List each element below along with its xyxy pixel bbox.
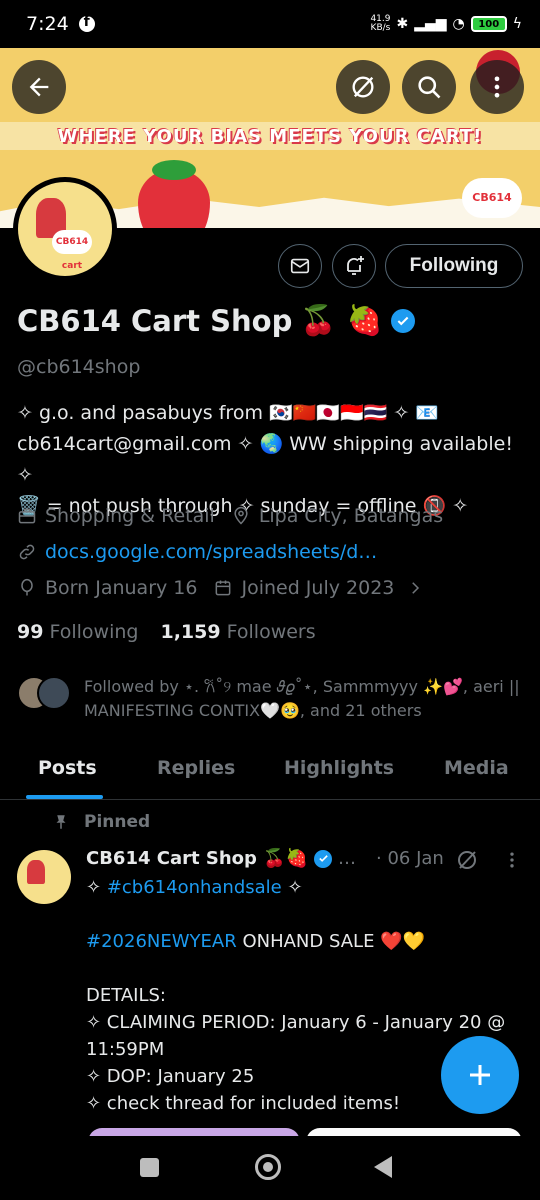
bluetooth-icon: ✱ — [396, 16, 409, 32]
profile-name: CB614 Cart Shop 🍒 🍓 — [17, 303, 415, 338]
tab-media[interactable]: Media — [444, 757, 509, 779]
grok-icon — [352, 76, 374, 98]
post-author-truncation: … — [338, 848, 356, 869]
avatar-figure — [27, 860, 45, 884]
bio-line: ✧ g.o. and pasabuys from 🇰🇷🇨🇳🇯🇵🇮🇩🇹🇭 ✧ 📧 — [17, 402, 439, 424]
verified-badge-icon — [314, 849, 332, 868]
calendar-icon — [216, 580, 231, 596]
following-label: Following — [49, 621, 139, 643]
recents-button[interactable] — [140, 1158, 159, 1177]
profile-dates-row[interactable]: Born January 16 Joined July 2023 — [17, 577, 432, 599]
banner-tagline: WHERE YOUR BIAS MEETS YOUR CART! — [57, 126, 483, 147]
followed-by-avatars[interactable] — [17, 676, 71, 710]
search-icon — [418, 76, 441, 99]
profile-link-row: docs.google.com/spreadsheets/d… — [17, 541, 377, 563]
link-icon — [19, 544, 35, 560]
post-text-span: ONHAND SALE ❤️💛 — [236, 931, 425, 952]
plus-icon — [470, 1065, 490, 1085]
network-speed-unit: KB/s — [370, 23, 391, 33]
status-time: 7:24 — [26, 13, 69, 35]
post-line: #2026NEWYEAR ONHAND SALE ❤️💛 — [86, 928, 526, 955]
profile-tabs: Posts Replies Highlights Media — [0, 740, 540, 800]
post-text-span: ✧ — [281, 877, 303, 898]
network-speed: 41.9 KB/s — [370, 15, 390, 33]
chevron-right-icon — [412, 582, 420, 594]
profile-birthday: Born January 16 — [45, 577, 198, 599]
bio-line: cb614cart@gmail.com ✧ 🌏 WW shipping avai… — [17, 433, 513, 486]
facebook-notification-icon — [78, 14, 95, 32]
followers-count: 1,159 — [160, 621, 221, 643]
wifi-icon: ◔ — [452, 16, 465, 32]
profile-location: Lipa City, Batangas — [258, 505, 444, 527]
location-pin-icon — [234, 506, 248, 525]
avatar-logo: CB614 cart — [52, 230, 92, 271]
follow-counts: 99 Following 1,159 Followers — [17, 621, 316, 643]
profile-meta-row: Shopping & Retail Lipa City, Batangas — [17, 505, 443, 527]
strawberry-decoration — [138, 160, 210, 228]
notifications-button[interactable] — [332, 244, 376, 288]
following-button[interactable]: Following — [385, 244, 523, 288]
profile-handle: @cb614shop — [17, 356, 141, 378]
profile-joined-date: Joined July 2023 — [241, 577, 395, 599]
profile-name-emoji: 🍒 🍓 — [300, 303, 383, 337]
active-tab-indicator — [26, 795, 103, 799]
tab-replies[interactable]: Replies — [157, 757, 235, 779]
grok-button[interactable] — [336, 60, 390, 114]
profile-name-text: CB614 Cart Shop — [17, 303, 293, 338]
post-line: ✧ #cb614onhandsale ✧ — [86, 874, 526, 901]
more-options-button[interactable] — [470, 60, 524, 114]
post-more-icon[interactable] — [502, 850, 522, 870]
tab-highlights[interactable]: Highlights — [284, 757, 394, 779]
profile-website-link[interactable]: docs.google.com/spreadsheets/d… — [45, 541, 377, 563]
back-nav-button[interactable] — [374, 1156, 392, 1178]
battery-icon: 100 — [470, 16, 507, 32]
charging-icon: ϟ — [512, 16, 522, 32]
avatar — [37, 676, 71, 710]
profile-avatar[interactable]: CB614 cart — [13, 177, 117, 281]
post-header: CB614 Cart Shop 🍒🍓 … · 06 Jan — [86, 848, 444, 869]
compose-button[interactable] — [441, 1036, 519, 1114]
status-icons: 41.9 KB/s ✱ ▂▄▆ ◔ 100 ϟ — [370, 15, 522, 33]
post-spacer — [86, 955, 526, 982]
hashtag-link[interactable]: #2026NEWYEAR — [86, 931, 237, 952]
signal-icon: ▂▄▆ — [414, 16, 447, 32]
verified-badge-icon[interactable] — [390, 308, 415, 333]
avatar-image: CB614 cart — [18, 182, 112, 276]
pinned-label: Pinned — [52, 812, 150, 832]
profile-bio: ✧ g.o. and pasabuys from 🇰🇷🇨🇳🇯🇵🇮🇩🇹🇭 ✧ 📧 … — [17, 398, 527, 522]
followed-by-text[interactable]: Followed by ⋆. 𐙚˚୨ mae 𝜗𝜚˚⋆, Sammmyyy ✨💕… — [84, 675, 534, 723]
banner-logo: CB614 cart — [462, 178, 522, 218]
following-count: 99 — [17, 621, 44, 643]
home-button[interactable] — [255, 1154, 281, 1180]
following-count-link[interactable]: 99 Following — [17, 621, 138, 643]
message-button[interactable] — [278, 244, 322, 288]
system-nav-bar — [0, 1136, 540, 1200]
followers-count-link[interactable]: 1,159 Followers — [160, 621, 315, 643]
balloon-icon — [21, 578, 33, 596]
hashtag-link[interactable]: #cb614onhandsale — [107, 877, 282, 898]
post-author-avatar[interactable] — [17, 850, 71, 904]
envelope-icon — [290, 258, 310, 274]
post-spacer — [86, 901, 526, 928]
post-date[interactable]: · 06 Jan — [376, 848, 444, 869]
pinned-text: Pinned — [84, 812, 151, 832]
arrow-left-icon — [29, 77, 49, 97]
back-button[interactable] — [12, 60, 66, 114]
profile-category: Shopping & Retail — [45, 505, 215, 527]
status-bar: 7:24 41.9 KB/s ✱ ▂▄▆ ◔ 100 ϟ — [0, 0, 540, 48]
tab-posts[interactable]: Posts — [38, 757, 97, 779]
followers-label: Followers — [226, 621, 316, 643]
bell-plus-icon — [347, 256, 364, 275]
post-author-name[interactable]: CB614 Cart Shop 🍒🍓 — [86, 848, 308, 869]
pin-icon — [56, 815, 66, 829]
more-vertical-icon — [494, 76, 500, 98]
search-button[interactable] — [402, 60, 456, 114]
briefcase-icon — [18, 508, 36, 524]
post-text-span: ✧ — [86, 877, 107, 898]
grok-icon[interactable] — [455, 848, 479, 872]
